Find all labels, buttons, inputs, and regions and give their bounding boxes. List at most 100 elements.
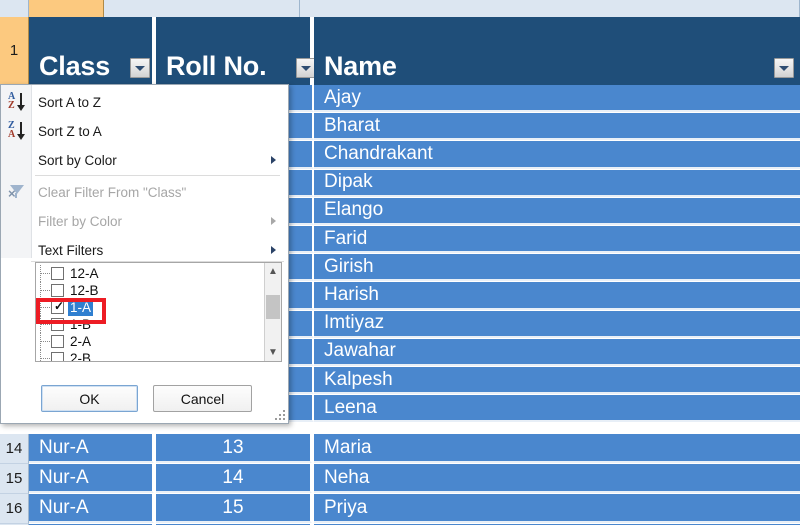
- sort-az-icon: A Z: [6, 91, 28, 112]
- list-item[interactable]: 2-A: [36, 333, 264, 350]
- menu-label-filter-by-color: Filter by Color: [38, 213, 123, 229]
- filter-dropdown-icon: [135, 65, 145, 71]
- cancel-button[interactable]: Cancel: [153, 385, 252, 412]
- filter-dropdown-icon: [779, 65, 789, 71]
- column-filter-dropdown: A Z Sort A to Z Z A Sort Z to A Sort by …: [0, 84, 289, 424]
- header-label-name: Name: [324, 51, 397, 81]
- menu-item-sort-by-color[interactable]: Sort by Color: [1, 146, 288, 174]
- cell-name[interactable]: Imtiyaz: [314, 310, 800, 338]
- table-row[interactable]: [289, 113, 314, 141]
- row-header-15[interactable]: 15: [0, 464, 29, 494]
- cell-roll[interactable]: 15: [156, 494, 312, 523]
- list-item-label: 2-B: [70, 351, 92, 362]
- cell-name[interactable]: Farid: [314, 226, 800, 254]
- table-row[interactable]: [289, 141, 314, 169]
- list-scrollbar[interactable]: ▲ ▼: [264, 263, 281, 361]
- ok-button-label: OK: [79, 390, 100, 407]
- tree-branch: [40, 341, 50, 343]
- menu-label-sort-a-to-z: Sort A to Z: [38, 94, 102, 110]
- excel-filter-screen: 1 Class Roll No. Name Ajay Bharat Chandrak…: [0, 0, 800, 525]
- cell-name[interactable]: Girish: [314, 254, 800, 282]
- row-header-16[interactable]: 16: [0, 494, 29, 524]
- cell-name[interactable]: Maria: [314, 434, 800, 463]
- list-item-label: 2-A: [70, 334, 92, 349]
- menu-item-sort-z-to-a[interactable]: Z A Sort Z to A: [1, 117, 288, 145]
- submenu-arrow-icon: [271, 156, 276, 164]
- menu-item-filter-by-color[interactable]: Filter by Color: [1, 207, 288, 235]
- table-row[interactable]: [289, 395, 314, 423]
- cell-roll[interactable]: 13: [156, 434, 312, 463]
- filter-dropdown-icon: [301, 65, 311, 71]
- row-header-1[interactable]: 1: [0, 17, 29, 85]
- checkbox[interactable]: [51, 352, 64, 361]
- cell-name[interactable]: Priya: [314, 494, 800, 523]
- cell-class[interactable]: Nur-A: [29, 434, 154, 463]
- header-label-class: Class: [39, 51, 111, 81]
- menu-separator-1: [35, 175, 280, 176]
- table-row[interactable]: [289, 226, 314, 254]
- list-item[interactable]: 12-A: [36, 265, 264, 282]
- header-cell-name: Name: [314, 17, 800, 85]
- select-all-corner[interactable]: [0, 0, 29, 17]
- cell-name[interactable]: Harish: [314, 282, 800, 310]
- checkbox[interactable]: [51, 267, 64, 280]
- table-row[interactable]: [289, 197, 314, 225]
- list-item[interactable]: 12-B: [36, 282, 264, 299]
- menu-item-sort-a-to-z[interactable]: A Z Sort A to Z: [1, 88, 288, 116]
- cell-roll[interactable]: 14: [156, 464, 312, 493]
- chevron-up-icon[interactable]: ▲: [265, 263, 281, 280]
- cell-class[interactable]: Nur-A: [29, 464, 154, 493]
- highlight-annotation: [36, 298, 106, 324]
- chevron-down-icon[interactable]: ▼: [265, 344, 281, 361]
- menu-item-text-filters[interactable]: Text Filters: [1, 236, 288, 264]
- column-heading-strip: [0, 0, 800, 17]
- table-row[interactable]: [289, 282, 314, 310]
- menu-label-clear-filter: Clear Filter From "Class": [38, 184, 187, 200]
- column-heading-rollno[interactable]: [104, 0, 300, 17]
- sort-za-icon: Z A: [6, 120, 28, 141]
- table-row[interactable]: [289, 85, 314, 113]
- cell-name[interactable]: Jawahar: [314, 338, 800, 366]
- tree-branch: [40, 273, 50, 275]
- ok-button[interactable]: OK: [41, 385, 138, 412]
- submenu-arrow-icon: [271, 246, 276, 254]
- cell-name[interactable]: Kalpesh: [314, 367, 800, 395]
- cell-name[interactable]: Elango: [314, 197, 800, 225]
- table-row[interactable]: [289, 169, 314, 197]
- list-item[interactable]: 2-B: [36, 350, 264, 362]
- menu-label-sort-by-color: Sort by Color: [38, 152, 117, 168]
- cell-name[interactable]: Ajay: [314, 85, 800, 113]
- checkbox[interactable]: [51, 284, 64, 297]
- menu-label-sort-z-to-a: Sort Z to A: [38, 123, 102, 139]
- list-item-label: 12-B: [70, 283, 99, 298]
- cell-name[interactable]: Neha: [314, 464, 800, 493]
- menu-item-clear-filter[interactable]: × Clear Filter From "Class": [1, 178, 288, 206]
- cell-class[interactable]: Nur-A: [29, 494, 154, 523]
- menu-label-text-filters: Text Filters: [38, 242, 104, 258]
- table-row[interactable]: [289, 338, 314, 366]
- filter-button-name[interactable]: [774, 58, 794, 78]
- submenu-arrow-icon: [271, 217, 276, 225]
- cell-name[interactable]: Chandrakant: [314, 141, 800, 169]
- column-heading-name[interactable]: [300, 0, 800, 17]
- row-header-14[interactable]: 14: [0, 434, 29, 464]
- tree-line: [40, 350, 42, 361]
- column-heading-class[interactable]: [29, 0, 104, 17]
- filter-button-rollno[interactable]: [296, 58, 316, 78]
- tree-branch: [40, 358, 50, 360]
- header-label-rollno: Roll No.: [166, 51, 267, 81]
- cell-name[interactable]: Leena: [314, 395, 800, 423]
- tree-branch: [40, 324, 50, 326]
- table-row[interactable]: [289, 310, 314, 338]
- table-row[interactable]: [289, 254, 314, 282]
- cell-name[interactable]: Dipak: [314, 169, 800, 197]
- header-cell-rollno: Roll No.: [156, 17, 312, 85]
- table-row[interactable]: [289, 367, 314, 395]
- filter-button-class[interactable]: [130, 58, 150, 78]
- cancel-button-label: Cancel: [180, 390, 225, 407]
- scrollbar-thumb[interactable]: [266, 295, 280, 319]
- list-item-label: 12-A: [70, 266, 99, 281]
- resize-grip[interactable]: [275, 410, 285, 420]
- cell-name[interactable]: Bharat: [314, 113, 800, 141]
- checkbox[interactable]: [51, 335, 64, 348]
